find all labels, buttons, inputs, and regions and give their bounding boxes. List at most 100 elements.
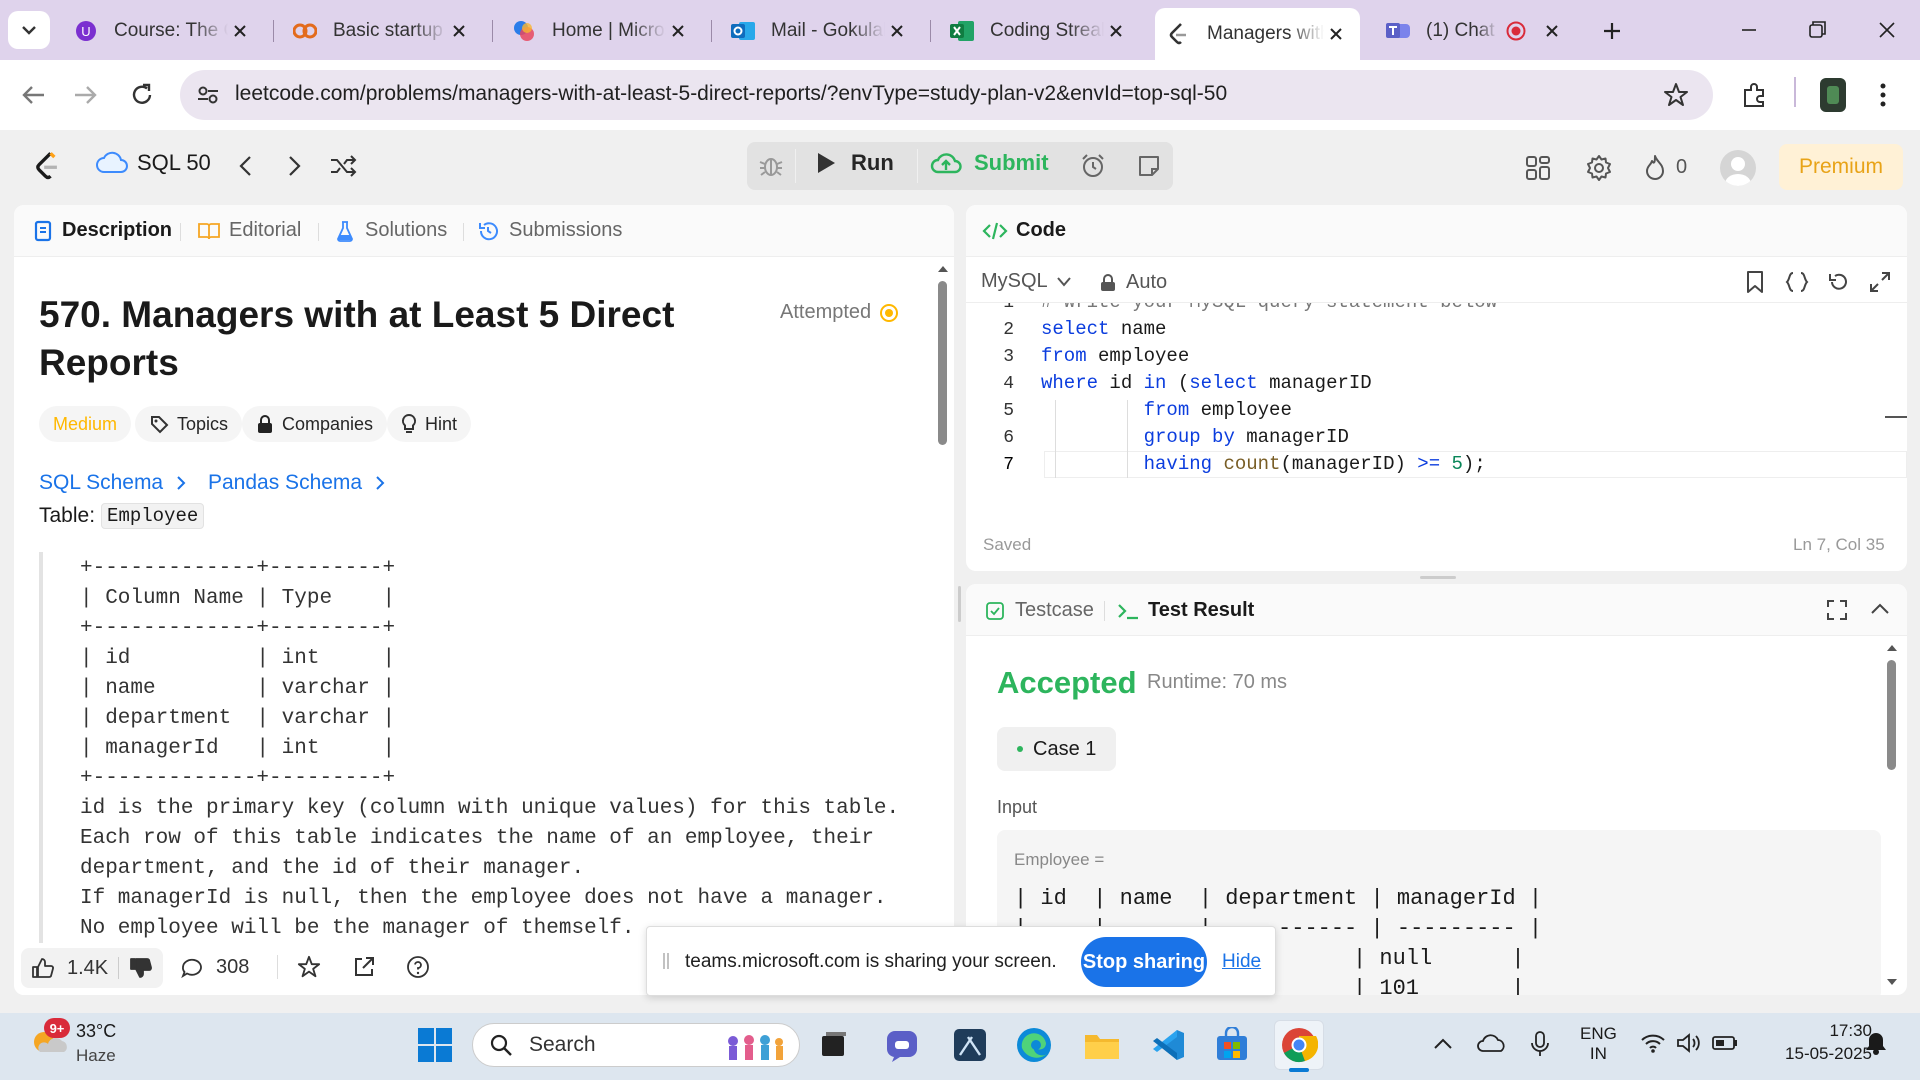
collapse-panel-button[interactable] xyxy=(1870,602,1890,616)
browser-tab-home[interactable]: Home | Micros xyxy=(500,10,702,52)
tab-testcase[interactable]: Testcase xyxy=(985,599,1094,622)
code-tab[interactable]: Code xyxy=(982,219,1066,242)
browser-tab-managers-active[interactable]: Managers with xyxy=(1155,8,1360,60)
wifi-icon[interactable] xyxy=(1640,1032,1666,1054)
maximize-panel-button[interactable] xyxy=(1826,599,1848,621)
format-button[interactable] xyxy=(1785,271,1809,293)
drag-handle-icon[interactable] xyxy=(663,951,669,971)
bookmark-button[interactable] xyxy=(1745,270,1765,294)
debug-button[interactable] xyxy=(757,152,785,180)
favorite-button[interactable] xyxy=(297,955,321,979)
weather-widget-icon[interactable]: 9+ xyxy=(28,1018,70,1064)
user-avatar[interactable] xyxy=(1720,150,1756,186)
hide-link[interactable]: Hide xyxy=(1222,951,1261,973)
description-scrollbar[interactable] xyxy=(936,261,950,995)
reset-code-button[interactable] xyxy=(1827,271,1849,293)
notification-bell-icon[interactable] xyxy=(1864,1030,1888,1056)
language-indicator[interactable]: ENG IN xyxy=(1580,1024,1617,1064)
browser-tab-startup[interactable]: Basic startup p xyxy=(281,10,483,52)
hint-chip[interactable]: Hint xyxy=(387,406,472,442)
next-problem-button[interactable] xyxy=(286,154,304,178)
language-select[interactable]: MySQL xyxy=(981,270,1072,293)
close-tab-icon[interactable] xyxy=(1324,22,1348,46)
stop-sharing-button[interactable]: Stop sharing xyxy=(1081,937,1207,987)
back-button[interactable] xyxy=(20,83,46,107)
ms-store-icon[interactable] xyxy=(1210,1023,1254,1067)
extensions-icon[interactable] xyxy=(1741,82,1767,108)
case-1-button[interactable]: Case 1 xyxy=(997,727,1117,771)
task-view-icon[interactable] xyxy=(812,1023,856,1067)
teams-taskbar-icon[interactable] xyxy=(880,1023,924,1067)
volume-icon[interactable] xyxy=(1676,1032,1702,1054)
microphone-icon[interactable] xyxy=(1530,1030,1550,1058)
scrollbar-thumb[interactable] xyxy=(1887,660,1896,770)
close-window-button[interactable] xyxy=(1872,16,1902,44)
vscode-icon[interactable] xyxy=(1146,1023,1190,1067)
browser-tab-mail[interactable]: Mail - Gokulak xyxy=(719,10,921,52)
file-explorer-icon[interactable] xyxy=(1080,1023,1124,1067)
battery-icon[interactable] xyxy=(1712,1035,1738,1051)
bookmark-star-icon[interactable] xyxy=(1663,82,1689,108)
sql-schema-link[interactable]: SQL Schema xyxy=(39,471,187,495)
panel-resize-handle-vertical[interactable] xyxy=(958,586,961,622)
chrome-active-icon[interactable] xyxy=(1274,1020,1324,1070)
streak-counter[interactable]: 0 xyxy=(1643,153,1687,181)
forward-button[interactable] xyxy=(73,83,99,107)
like-button[interactable]: 1.4K xyxy=(31,957,108,980)
pandas-schema-link[interactable]: Pandas Schema xyxy=(208,471,386,495)
companies-chip[interactable]: Companies xyxy=(242,406,388,442)
alarm-button[interactable] xyxy=(1069,142,1117,190)
tab-editorial[interactable]: Editorial xyxy=(197,219,301,242)
start-button[interactable] xyxy=(413,1023,457,1067)
run-button[interactable]: Run xyxy=(815,150,894,176)
profile-avatar[interactable] xyxy=(1820,78,1846,112)
close-tab-icon[interactable] xyxy=(447,19,471,43)
share-button[interactable] xyxy=(352,955,376,979)
tab-description[interactable]: Description xyxy=(34,219,172,242)
leetcode-logo[interactable] xyxy=(34,150,62,182)
onedrive-icon[interactable] xyxy=(1477,1033,1507,1053)
random-problem-button[interactable] xyxy=(329,154,357,178)
description-panel: Description Editorial Solutions Submissi… xyxy=(14,205,954,995)
browser-tab-teams-chat[interactable]: (1) Chat | xyxy=(1374,10,1576,52)
minimize-button[interactable] xyxy=(1734,18,1764,42)
dislike-button[interactable] xyxy=(129,957,153,979)
auto-mode-toggle[interactable]: Auto xyxy=(1100,271,1167,294)
restore-button[interactable] xyxy=(1802,16,1832,44)
reload-button[interactable] xyxy=(129,82,155,108)
notes-button[interactable] xyxy=(1125,142,1173,190)
topics-chip[interactable]: Topics xyxy=(135,406,243,442)
study-plan-link[interactable]: SQL 50 xyxy=(95,150,211,176)
settings-button[interactable] xyxy=(1585,154,1613,182)
premium-button[interactable]: Premium xyxy=(1779,144,1903,190)
site-info-icon[interactable] xyxy=(196,84,220,106)
tab-test-result[interactable]: Test Result xyxy=(1116,599,1254,622)
tab-solutions[interactable]: Solutions xyxy=(335,219,447,242)
tab-search-button[interactable] xyxy=(8,11,50,49)
edge-icon[interactable] xyxy=(1012,1023,1056,1067)
code-editor[interactable]: 1 2 3 4 5 6 7 # Write your MySQL query s… xyxy=(966,303,1907,513)
browser-menu-icon[interactable] xyxy=(1878,82,1888,108)
close-tab-icon[interactable] xyxy=(666,19,690,43)
close-tab-icon[interactable] xyxy=(885,19,909,43)
scrollbar-thumb[interactable] xyxy=(938,281,947,445)
snipping-tool-icon[interactable] xyxy=(948,1023,992,1067)
browser-tab-course[interactable]: U Course: The C xyxy=(62,10,264,52)
submit-button[interactable]: Submit xyxy=(930,150,1049,176)
prev-problem-button[interactable] xyxy=(236,154,254,178)
close-tab-icon[interactable] xyxy=(1104,19,1128,43)
new-tab-button[interactable] xyxy=(1597,16,1627,46)
taskbar-search-box[interactable]: Search xyxy=(472,1023,800,1067)
close-tab-icon[interactable] xyxy=(228,19,252,43)
panel-resize-handle[interactable] xyxy=(1420,576,1456,579)
comments-button[interactable]: 308 xyxy=(180,956,249,979)
result-scrollbar[interactable] xyxy=(1885,640,1899,990)
help-button[interactable] xyxy=(406,955,430,979)
close-tab-icon[interactable] xyxy=(1540,19,1564,43)
layout-button[interactable] xyxy=(1525,155,1551,181)
show-hidden-icons[interactable] xyxy=(1433,1036,1453,1050)
browser-tab-coding-streak[interactable]: Coding Streak xyxy=(938,10,1140,52)
tab-submissions[interactable]: Submissions xyxy=(477,219,622,242)
fullscreen-button[interactable] xyxy=(1869,271,1891,293)
clock[interactable]: 17:30 15-05-2025 xyxy=(1762,1021,1872,1064)
